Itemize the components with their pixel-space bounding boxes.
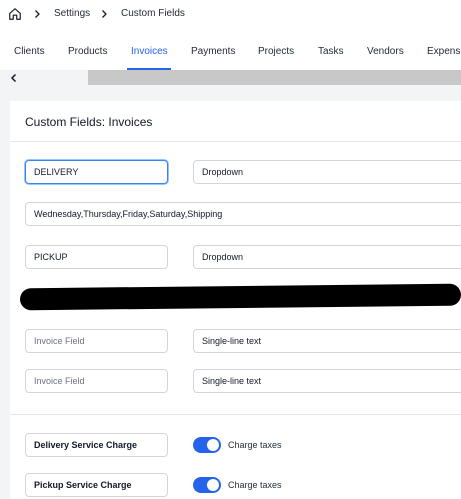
breadcrumb-custom-fields: Custom Fields (121, 8, 185, 19)
chevron-right-icon (102, 10, 107, 18)
tab-clients[interactable]: Clients (14, 46, 45, 57)
dropdown-options-input[interactable]: Wednesday,Thursday,Friday,Saturday,Shipp… (25, 202, 461, 226)
field-type-select[interactable]: Single-line text (193, 329, 461, 353)
charge-taxes-toggle[interactable] (193, 437, 221, 453)
surcharge-label-input[interactable]: Delivery Service Charge (25, 433, 168, 457)
card-title: Custom Fields: Invoices (25, 115, 153, 129)
field-name-input[interactable]: PICKUP (25, 245, 168, 269)
divider (10, 141, 461, 142)
tab-invoices[interactable]: Invoices (131, 46, 168, 57)
field-type-select[interactable]: Dropdown (193, 245, 461, 269)
tab-expenses[interactable]: Expens (427, 46, 460, 57)
chevron-left-icon[interactable] (8, 72, 20, 84)
tab-products[interactable]: Products (68, 46, 107, 57)
field-name-input[interactable]: DELIVERY (25, 160, 168, 184)
charge-taxes-label: Charge taxes (228, 480, 282, 490)
field-name-input[interactable]: Invoice Field (25, 329, 168, 353)
charge-taxes-label: Charge taxes (228, 440, 282, 450)
chevron-right-icon (35, 10, 40, 18)
breadcrumb-bar: Settings Custom Fields (0, 0, 461, 30)
scrollbar-thumb[interactable] (88, 70, 461, 85)
breadcrumb-settings[interactable]: Settings (54, 8, 90, 19)
tab-payments[interactable]: Payments (191, 46, 235, 57)
redaction-mark (19, 283, 461, 311)
field-type-select[interactable]: Dropdown (193, 160, 461, 184)
home-icon[interactable] (8, 7, 22, 21)
field-type-select[interactable]: Single-line text (193, 369, 461, 393)
surcharge-label-input[interactable]: Pickup Service Charge (25, 473, 168, 497)
toggle-knob (207, 439, 219, 451)
divider (10, 414, 461, 415)
tab-vendors[interactable]: Vendors (367, 46, 404, 57)
tab-projects[interactable]: Projects (258, 46, 294, 57)
toggle-knob (207, 479, 219, 491)
tab-bar: Clients Products Invoices Payments Proje… (0, 30, 461, 71)
tab-tasks[interactable]: Tasks (318, 46, 344, 57)
charge-taxes-toggle[interactable] (193, 477, 221, 493)
field-name-input[interactable]: Invoice Field (25, 369, 168, 393)
